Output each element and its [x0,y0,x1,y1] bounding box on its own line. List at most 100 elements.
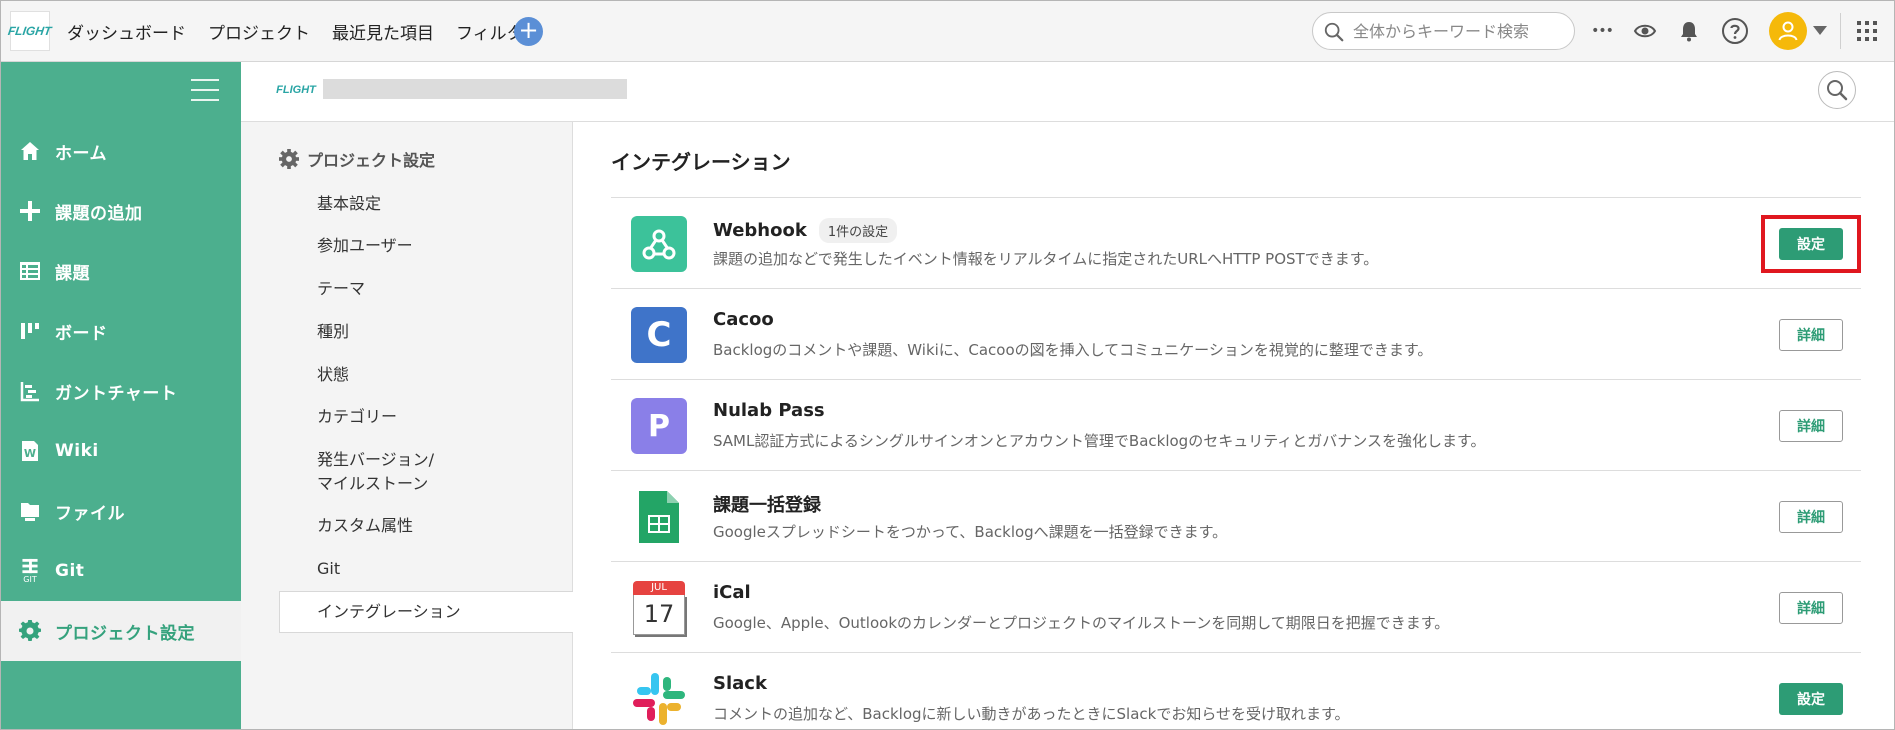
help-icon[interactable] [1721,17,1749,45]
integration-name: Nulab Pass [713,400,825,421]
plus-icon [17,198,43,224]
nulab-pass-details-button[interactable]: 詳細 [1779,410,1843,442]
integration-name-text: iCal [713,582,751,603]
integration-row-bulk-import: 課題一括登録 Googleスプレッドシートをつかって、Backlogへ課題を一括… [611,471,1861,562]
bulk-import-details-button[interactable]: 詳細 [1779,501,1843,533]
sidebar-item-wiki[interactable]: W Wiki [1,421,241,481]
sidebar-item-label: ホーム [55,143,107,164]
settings-nav-title-text: プロジェクト設定 [307,151,436,170]
sidebar-item-label: ボード [55,323,108,344]
search-icon [1324,22,1344,42]
top-nav: ダッシュボード プロジェクト 最近見た項目 フィルタ [67,1,546,62]
settings-nav-custom-fields[interactable]: カスタム属性 [317,514,413,538]
integration-name-text: Webhook [713,220,807,241]
integration-name: 課題一括登録 [713,491,821,517]
board-icon [17,318,43,344]
project-search-button[interactable] [1818,71,1856,109]
nav-dashboard[interactable]: ダッシュボード [67,19,186,44]
integration-name-text: Nulab Pass [713,400,825,421]
nav-recent-items[interactable]: 最近見た項目 [332,19,434,44]
settings-nav-theme[interactable]: テーマ [317,277,365,301]
cacoo-icon: C [631,307,687,363]
page-title: インテグレーション [611,150,791,174]
integration-name: Webhook 1件の設定 [713,218,898,243]
integration-description: Googleスプレッドシートをつかって、Backlogへ課題を一括登録できます。 [713,523,1228,541]
gear-icon [17,618,43,644]
settings-nav-title: プロジェクト設定 [279,147,435,171]
sidebar-item-add-issue[interactable]: 課題の追加 [1,181,241,241]
settings-nav-members[interactable]: 参加ユーザー [317,234,413,258]
settings-nav-integration[interactable]: インテグレーション [279,591,574,633]
integration-description: SAML認証方式によるシングルサインオンとアカウント管理でBacklogのセキュ… [713,432,1486,450]
settings-nav-git[interactable]: Git [317,557,340,581]
integration-row-webhook: Webhook 1件の設定 課題の追加などで発生したイベント情報をリアルタイムに… [611,198,1861,289]
sidebar-item-git[interactable]: GIT Git [1,541,241,601]
file-icon [17,498,43,524]
integration-row-cacoo: C Cacoo Backlogのコメントや課題、Wikiに、Cacooの図を挿入… [611,289,1861,380]
sidebar-item-issues[interactable]: 課題 [1,241,241,301]
git-icon: GIT [17,558,43,584]
google-sheets-icon [631,489,687,545]
status-badge: 1件の設定 [818,218,898,243]
calendar-icon-month: JUL [633,581,685,595]
list-icon [17,258,43,284]
global-search[interactable] [1312,12,1575,50]
main-content: インテグレーション Webhook 1件の設定 課題の追加などで発生したイベント… [573,122,1894,729]
watch-eye-icon[interactable] [1631,17,1659,45]
webhook-icon [631,216,687,272]
integration-row-nulab-pass: P Nulab Pass SAML認証方式によるシングルサインオンとアカウント管… [611,380,1861,471]
sidebar-item-label: 課題の追加 [55,203,143,224]
svg-text:W: W [24,447,36,460]
settings-nav-integration-label: インテグレーション [317,602,461,621]
webhook-settings-button[interactable]: 設定 [1779,228,1843,260]
settings-nav-versions-line1: 発生バージョン/ [317,450,435,469]
integration-name-text: Slack [713,673,767,694]
user-icon [1778,21,1798,41]
project-logo[interactable]: FLIGHT [276,74,316,106]
app-logo[interactable]: FLIGHT [7,11,53,51]
settings-nav-versions[interactable]: 発生バージョン/ マイルストーン [317,448,434,496]
quick-add-button[interactable]: + [514,17,543,46]
integration-name: Slack [713,673,767,694]
global-search-input[interactable] [1353,19,1563,43]
integration-description: 課題の追加などで発生したイベント情報をリアルタイムに指定されたURLへHTTP … [713,250,1379,268]
settings-nav-status[interactable]: 状態 [317,363,349,387]
integration-row-slack: Slack コメントの追加など、Backlogに新しい動きがあったときにSlac… [611,653,1861,729]
sidebar-item-board[interactable]: ボード [1,301,241,361]
integration-name-text: 課題一括登録 [713,495,821,516]
project-logo-text: FLIGHT [276,84,316,96]
sidebar-item-label: 課題 [55,263,90,284]
apps-grid-icon[interactable] [1853,17,1881,45]
settings-nav-versions-line2: マイルストーン [317,474,429,493]
integration-description: Google、Apple、Outlookのカレンダーとプロジェクトのマイルストー… [713,614,1450,632]
settings-nav-basic[interactable]: 基本設定 [317,192,381,216]
project-name-redacted [323,79,627,99]
user-avatar[interactable] [1769,12,1807,50]
chevron-down-icon[interactable] [1813,26,1827,35]
sidebar-item-files[interactable]: ファイル [1,481,241,541]
sidebar-item-home[interactable]: ホーム [1,121,241,181]
project-header: FLIGHT [241,62,1894,122]
ical-details-button[interactable]: 詳細 [1779,592,1843,624]
integration-name: iCal [713,582,751,603]
cacoo-details-button[interactable]: 詳細 [1779,319,1843,351]
slack-icon [631,671,687,727]
sidebar-item-project-settings[interactable]: プロジェクト設定 [1,601,241,661]
nulab-pass-icon-letter: P [648,408,670,444]
sidebar-item-label: Wiki [55,441,99,461]
integration-row-ical: JUL 17 iCal Google、Apple、Outlookのカレンダーとプ… [611,562,1861,653]
sidebar-item-label: ファイル [55,503,125,524]
more-icon[interactable]: ••• [1588,17,1616,45]
sidebar-item-label: プロジェクト設定 [55,623,195,644]
nulab-pass-icon: P [631,398,687,454]
home-icon [17,138,43,164]
notification-bell-icon[interactable] [1675,17,1703,45]
settings-nav-categories[interactable]: カテゴリー [317,405,397,429]
slack-settings-button[interactable]: 設定 [1779,683,1843,715]
sidebar-item-gantt[interactable]: ガントチャート [1,361,241,421]
settings-nav-issue-types[interactable]: 種別 [317,320,349,344]
nav-projects[interactable]: プロジェクト [208,19,310,44]
menu-toggle-icon[interactable] [191,79,219,101]
sidebar: ホーム 課題の追加 課題 ボード ガントチャート W Wiki ファイル GIT… [1,62,241,729]
settings-nav: プロジェクト設定 基本設定 参加ユーザー テーマ 種別 状態 カテゴリー 発生バ… [241,122,574,729]
